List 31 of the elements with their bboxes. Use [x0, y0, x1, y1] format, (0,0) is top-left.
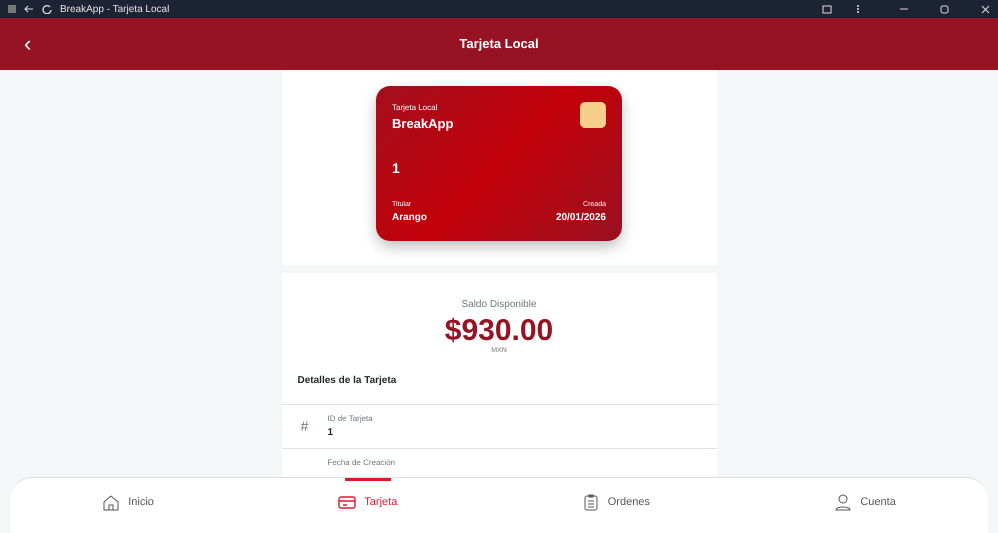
details-title: Detalles de la Tarjeta: [282, 372, 716, 404]
nav-tab[interactable]: Tarjeta: [330, 489, 406, 515]
nav-tab[interactable]: Ordenes: [574, 489, 658, 515]
window-title: BreakApp - Tarjeta Local: [60, 2, 170, 16]
balance-amount: $930.00: [444, 316, 554, 346]
user-icon: [834, 493, 852, 511]
nav-tab[interactable]: Cuenta: [826, 489, 904, 515]
holder-value: Arango: [392, 211, 427, 225]
page-title: Tarjeta Local: [459, 35, 539, 54]
balance-label: Saldo Disponible: [460, 298, 538, 312]
created-value: 20/01/2026: [556, 211, 606, 225]
card-label: Tarjeta Local: [392, 102, 438, 114]
card-brand: BreakApp: [392, 115, 454, 133]
active-indicator: [344, 478, 391, 481]
card-number: 1: [392, 158, 401, 178]
detail-value: 1: [328, 426, 334, 440]
close-icon[interactable]: [981, 4, 990, 14]
nav-tab[interactable]: Inicio: [94, 489, 162, 515]
detail-label: Fecha de Creación: [328, 456, 396, 468]
clipboard-icon: [582, 493, 600, 511]
more-icon[interactable]: [856, 4, 860, 14]
reload-icon[interactable]: [42, 4, 52, 14]
home-icon: [102, 493, 120, 511]
app-icon: [8, 5, 16, 13]
extension-icon[interactable]: [822, 4, 832, 14]
hash-icon: #: [298, 416, 312, 436]
detail-label: ID de Tarjeta: [328, 412, 373, 424]
back-icon[interactable]: [24, 4, 34, 14]
chip-icon: [580, 102, 606, 128]
back-button[interactable]: ‹: [24, 33, 32, 55]
restore-icon[interactable]: [940, 4, 949, 14]
